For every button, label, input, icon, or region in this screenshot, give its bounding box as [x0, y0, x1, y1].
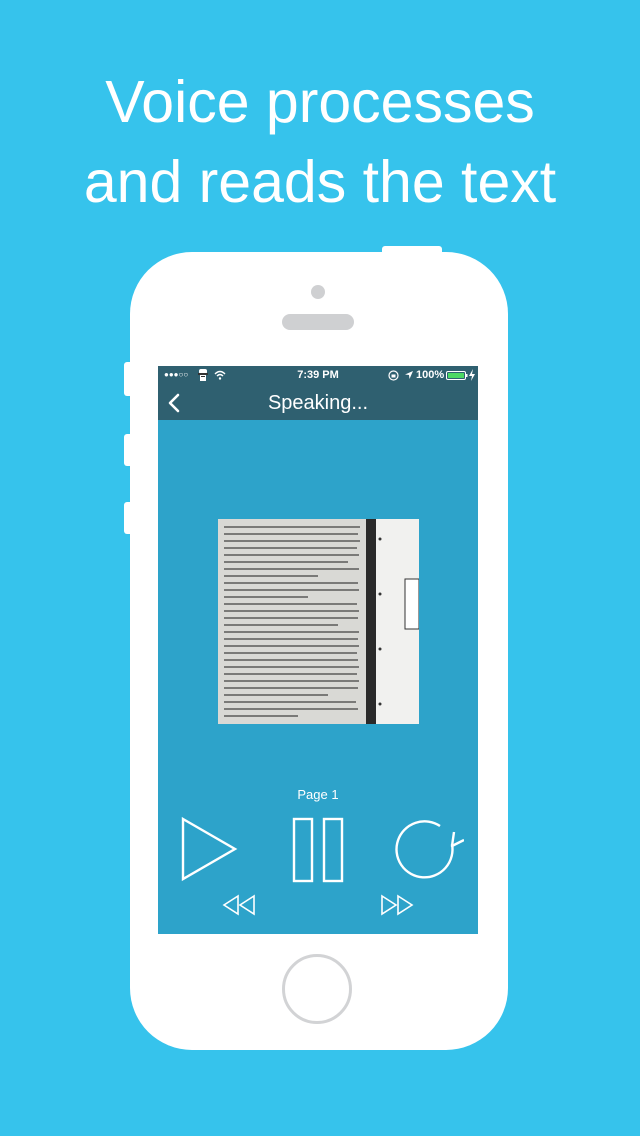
- replay-icon[interactable]: [392, 816, 464, 882]
- rotation-lock-icon: [388, 370, 399, 381]
- phone-frame: ●●●○○ 7:39 PM 100% Speaking... Page 1: [130, 252, 508, 1050]
- nav-title: Speaking...: [267, 392, 369, 414]
- front-camera: [311, 285, 325, 299]
- status-bar: ●●●○○ 7:39 PM 100%: [158, 366, 478, 386]
- home-button[interactable]: [282, 954, 352, 1024]
- charging-bolt-icon: [469, 369, 475, 381]
- page-indicator: Page 1: [297, 787, 339, 802]
- battery-icon: [446, 371, 468, 380]
- earpiece-speaker: [282, 314, 354, 330]
- app-screen: ●●●○○ 7:39 PM 100% Speaking... Page 1: [158, 366, 478, 934]
- headline: Voice processes and reads the text: [0, 62, 640, 222]
- location-arrow-icon: [405, 371, 413, 379]
- scanned-page-photo: [218, 519, 419, 724]
- battery-percentage: 100%: [416, 369, 445, 381]
- navigation-bar: Speaking...: [158, 386, 478, 420]
- headline-line-2: and reads the text: [83, 149, 557, 215]
- pause-icon[interactable]: [292, 817, 344, 883]
- play-icon[interactable]: [180, 816, 238, 882]
- top-bar: ●●●○○ 7:39 PM 100% Speaking...: [158, 366, 478, 420]
- fast-forward-icon[interactable]: [380, 894, 414, 916]
- rewind-icon[interactable]: [222, 894, 256, 916]
- headline-line-1: Voice processes: [105, 69, 535, 135]
